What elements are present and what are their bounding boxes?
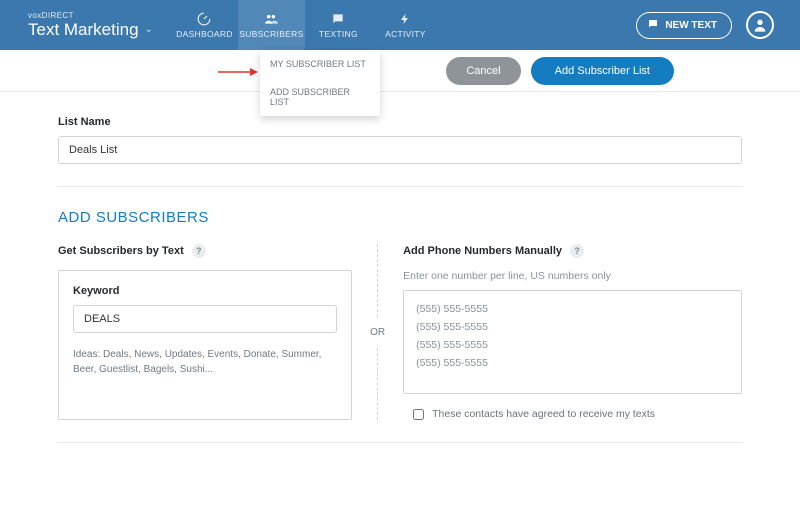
chevron-down-icon[interactable]: ⌄ — [145, 24, 153, 35]
dropdown-my-subscriber-list[interactable]: MY SUBSCRIBER LIST — [260, 50, 380, 78]
section-title: ADD SUBSCRIBERS — [58, 209, 742, 226]
nav-dashboard[interactable]: DASHBOARD — [171, 0, 238, 50]
action-bar: Cancel Add Subscriber List — [0, 50, 800, 92]
logo-small: voxDIRECT — [28, 11, 153, 20]
nav-label: DASHBOARD — [176, 29, 233, 39]
nav-activity[interactable]: ACTIVITY — [372, 0, 439, 50]
chat-bubble-icon — [647, 18, 659, 33]
keyword-label: Keyword — [73, 285, 337, 297]
bolt-icon — [398, 12, 412, 26]
nav-texting[interactable]: TEXTING — [305, 0, 372, 50]
gauge-icon — [197, 12, 211, 26]
new-text-button[interactable]: NEW TEXT — [636, 12, 732, 39]
new-text-label: NEW TEXT — [665, 20, 717, 31]
list-name-label: List Name — [58, 116, 742, 128]
person-icon — [752, 17, 768, 33]
manual-hint: Enter one number per line, US numbers on… — [403, 270, 742, 282]
nav-label: ACTIVITY — [385, 29, 426, 39]
nav-subscribers[interactable]: SUBSCRIBERS — [238, 0, 305, 50]
logo-block[interactable]: voxDIRECT Text Marketing ⌄ — [0, 0, 171, 50]
or-label: OR — [370, 317, 385, 348]
keyword-box: Keyword Ideas: Deals, News, Updates, Eve… — [58, 270, 352, 420]
dropdown-add-subscriber-list[interactable]: ADD SUBSCRIBER LIST — [260, 78, 380, 116]
consent-checkbox[interactable] — [413, 409, 424, 420]
add-manual-heading: Add Phone Numbers Manually — [403, 245, 562, 257]
product-name: Text Marketing — [28, 20, 139, 40]
consent-label: These contacts have agreed to receive my… — [432, 408, 655, 420]
cancel-button[interactable]: Cancel — [446, 57, 520, 85]
people-icon — [264, 12, 278, 26]
get-by-text-heading: Get Subscribers by Text — [58, 245, 184, 257]
keyword-input[interactable] — [73, 305, 337, 333]
or-divider: OR — [352, 244, 403, 420]
list-name-input[interactable] — [58, 136, 742, 164]
chat-icon — [331, 12, 345, 26]
logo-big: Text Marketing ⌄ — [28, 20, 153, 40]
add-manual-column: Add Phone Numbers Manually ? Enter one n… — [403, 244, 742, 420]
keyword-ideas: Ideas: Deals, News, Updates, Events, Don… — [73, 347, 337, 377]
nav-label: TEXTING — [319, 29, 358, 39]
divider-rule — [58, 186, 742, 187]
avatar[interactable] — [746, 11, 774, 39]
main-nav: DASHBOARD SUBSCRIBERS TEXTING ACTIVITY — [171, 0, 439, 50]
help-icon[interactable]: ? — [192, 244, 206, 258]
top-actions: NEW TEXT — [636, 0, 800, 50]
add-subscriber-list-button[interactable]: Add Subscriber List — [531, 57, 674, 85]
annotation-arrow-icon — [218, 66, 258, 78]
divider-rule — [58, 442, 742, 443]
subscribers-dropdown: MY SUBSCRIBER LIST ADD SUBSCRIBER LIST — [260, 50, 380, 116]
consent-row[interactable]: These contacts have agreed to receive my… — [403, 408, 742, 420]
help-icon[interactable]: ? — [570, 244, 584, 258]
top-nav-bar: voxDIRECT Text Marketing ⌄ DASHBOARD SUB… — [0, 0, 800, 50]
page-content: List Name ADD SUBSCRIBERS Get Subscriber… — [0, 92, 800, 505]
nav-label: SUBSCRIBERS — [239, 29, 303, 39]
phone-numbers-textarea[interactable]: (555) 555-5555 (555) 555-5555 (555) 555-… — [403, 290, 742, 394]
get-by-text-column: Get Subscribers by Text ? Keyword Ideas:… — [58, 244, 352, 420]
